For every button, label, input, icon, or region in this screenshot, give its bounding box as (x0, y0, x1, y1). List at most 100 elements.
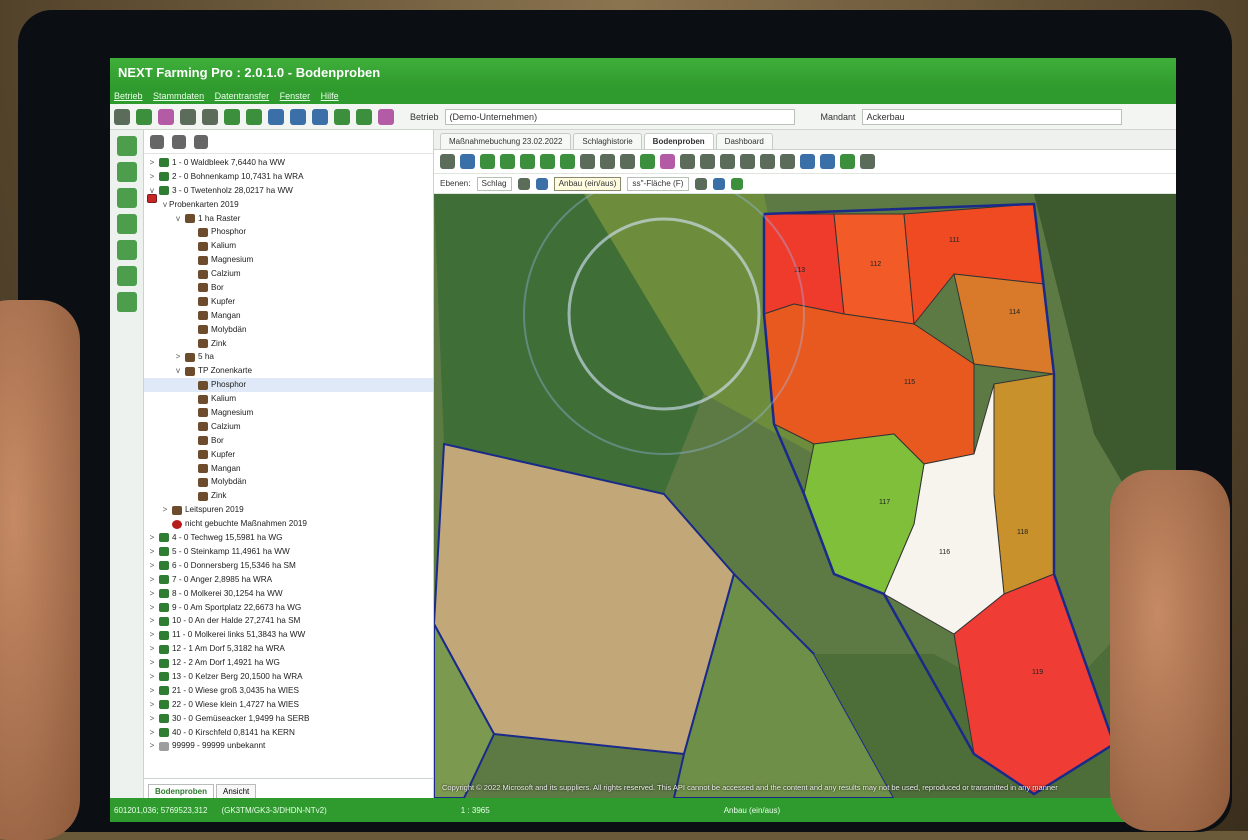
tree-node[interactable]: Bor (144, 434, 433, 448)
expand-toggle-icon[interactable]: > (148, 739, 156, 753)
tree-node[interactable]: Molybdän (144, 323, 433, 337)
people-icon[interactable] (117, 162, 137, 182)
chart-nav-icon[interactable] (117, 292, 137, 312)
tree-node[interactable]: >4 - 0 Techweg 15,5981 ha WG (144, 531, 433, 545)
tree-node[interactable]: >1 - 0 Waldbleek 7,6440 ha WW (144, 156, 433, 170)
crop-icon[interactable] (224, 109, 240, 125)
expand-toggle-icon[interactable]: > (148, 559, 156, 573)
tree-node[interactable]: v1 ha Raster (144, 212, 433, 226)
table-icon[interactable] (740, 154, 755, 169)
map-nav-icon[interactable] (117, 266, 137, 286)
doc2-icon[interactable] (536, 178, 548, 190)
tree-node[interactable]: Phosphor (144, 225, 433, 239)
expand-toggle-icon[interactable]: > (148, 670, 156, 684)
export-icon[interactable] (172, 135, 186, 149)
list-icon[interactable] (268, 109, 284, 125)
expand-toggle-icon[interactable]: v (174, 364, 182, 378)
weather-icon[interactable] (334, 109, 350, 125)
plant-icon[interactable] (246, 109, 262, 125)
tree-node[interactable]: vProbenkarten 2019 (144, 198, 433, 212)
layers-map-icon[interactable] (840, 154, 855, 169)
flag-icon[interactable] (731, 178, 743, 190)
expand-toggle-icon[interactable]: > (148, 726, 156, 740)
grid-color-icon[interactable] (660, 154, 675, 169)
crop-layer-icon[interactable] (640, 154, 655, 169)
tree-node[interactable]: >22 - 0 Wiese klein 1,4727 ha WIES (144, 698, 433, 712)
expand-toggle-icon[interactable]: > (148, 684, 156, 698)
tree-node[interactable]: vTP Zonenkarte (144, 364, 433, 378)
tree-node[interactable]: >9 - 0 Am Sportplatz 22,6673 ha WG (144, 601, 433, 615)
tree-node[interactable]: Mangan (144, 462, 433, 476)
warehouse-icon[interactable] (202, 109, 218, 125)
expand-toggle-icon[interactable]: > (148, 698, 156, 712)
layers-icon[interactable] (136, 109, 152, 125)
field-nav-icon[interactable] (117, 240, 137, 260)
tree-node[interactable]: >Leitspuren 2019 (144, 503, 433, 517)
expand-toggle-icon[interactable]: > (148, 601, 156, 615)
tree-node[interactable]: >7 - 0 Anger 2,8985 ha WRA (144, 573, 433, 587)
tree-node[interactable]: v3 - 0 Twetenholz 28,0217 ha WW (144, 184, 433, 198)
globe-layer-icon[interactable] (695, 178, 707, 190)
new-document-icon[interactable] (150, 135, 164, 149)
zoom-box-icon[interactable] (580, 154, 595, 169)
expand-toggle-icon[interactable]: > (148, 642, 156, 656)
tractor-nav-icon[interactable] (117, 214, 137, 234)
expand-toggle-icon[interactable]: > (148, 628, 156, 642)
search-icon[interactable] (720, 154, 735, 169)
tree-node[interactable]: >99999 - 99999 unbekannt (144, 739, 433, 753)
zoom-prev-icon[interactable] (600, 154, 615, 169)
tab-ansicht[interactable]: Ansicht (216, 784, 256, 798)
tree-node[interactable]: Phosphor (144, 378, 433, 392)
zoom-out-icon[interactable] (500, 154, 515, 169)
expand-toggle-icon[interactable]: > (161, 503, 169, 517)
tab-schlaghistorie[interactable]: Schlaghistorie (573, 133, 641, 149)
expand-icon[interactable] (540, 154, 555, 169)
tree-node[interactable]: nicht gebuchte Maßnahmen 2019 (144, 517, 433, 531)
tree-node[interactable]: Calzium (144, 267, 433, 281)
silo-icon[interactable] (180, 109, 196, 125)
tab-dashboard[interactable]: Dashboard (716, 133, 773, 149)
tree-node[interactable]: Kalium (144, 239, 433, 253)
display-dropdown[interactable]: ss"-Fläche (F) (627, 177, 688, 191)
tree-node[interactable]: >13 - 0 Kelzer Berg 20,1500 ha WRA (144, 670, 433, 684)
menu-stammdaten[interactable]: Stammdaten (153, 91, 204, 101)
pointer-icon[interactable] (713, 178, 725, 190)
diamond-icon[interactable] (356, 109, 372, 125)
expand-toggle-icon[interactable]: > (148, 614, 156, 628)
tree-node[interactable]: Magnesium (144, 406, 433, 420)
globe-icon[interactable] (312, 109, 328, 125)
expand-toggle-icon[interactable]: > (148, 587, 156, 601)
tree-node[interactable]: >11 - 0 Molkerei links 51,3843 ha WW (144, 628, 433, 642)
tree-node[interactable]: >6 - 0 Donnersberg 15,5346 ha SM (144, 559, 433, 573)
expand-toggle-icon[interactable]: v (174, 212, 182, 226)
tab-massnahmebuchung[interactable]: Maßnahmebuchung 23.02.2022 (440, 133, 571, 149)
tree-node[interactable]: >30 - 0 Gemüseacker 1,9499 ha SERB (144, 712, 433, 726)
tab-bodenproben[interactable]: Bodenproben (148, 784, 214, 798)
menu-fenster[interactable]: Fenster (280, 91, 311, 101)
wrench-icon[interactable] (440, 154, 455, 169)
mandant-dropdown[interactable]: Ackerbau (862, 109, 1122, 125)
doc-icon[interactable] (518, 178, 530, 190)
menu-icon[interactable] (117, 136, 137, 156)
home-icon[interactable] (114, 109, 130, 125)
tree-node[interactable]: >2 - 0 Bohnenkamp 10,7431 ha WRA (144, 170, 433, 184)
export-map-icon[interactable] (800, 154, 815, 169)
expand-toggle-icon[interactable]: > (148, 573, 156, 587)
expand-toggle-icon[interactable]: > (148, 545, 156, 559)
tree-node[interactable]: Magnesium (144, 253, 433, 267)
tree-node[interactable]: >40 - 0 Kirschfeld 0,8141 ha KERN (144, 726, 433, 740)
tree-node[interactable]: Zink (144, 489, 433, 503)
chart-icon[interactable] (680, 154, 695, 169)
betrieb-dropdown[interactable]: (Demo-Unternehmen) (445, 109, 795, 125)
expand-toggle-icon[interactable]: > (148, 656, 156, 670)
tree-node[interactable]: >5 - 0 Steinkamp 11,4961 ha WW (144, 545, 433, 559)
center-icon[interactable] (560, 154, 575, 169)
tree-node[interactable]: Bor (144, 281, 433, 295)
tab-bodenproben-doc[interactable]: Bodenproben (644, 133, 714, 149)
tree-node[interactable]: Kalium (144, 392, 433, 406)
menu-datentransfer[interactable]: Datentransfer (215, 91, 270, 101)
location-pin-icon[interactable] (378, 109, 394, 125)
zone-118[interactable] (994, 374, 1054, 594)
help-icon[interactable] (820, 154, 835, 169)
menu-hilfe[interactable]: Hilfe (321, 91, 339, 101)
